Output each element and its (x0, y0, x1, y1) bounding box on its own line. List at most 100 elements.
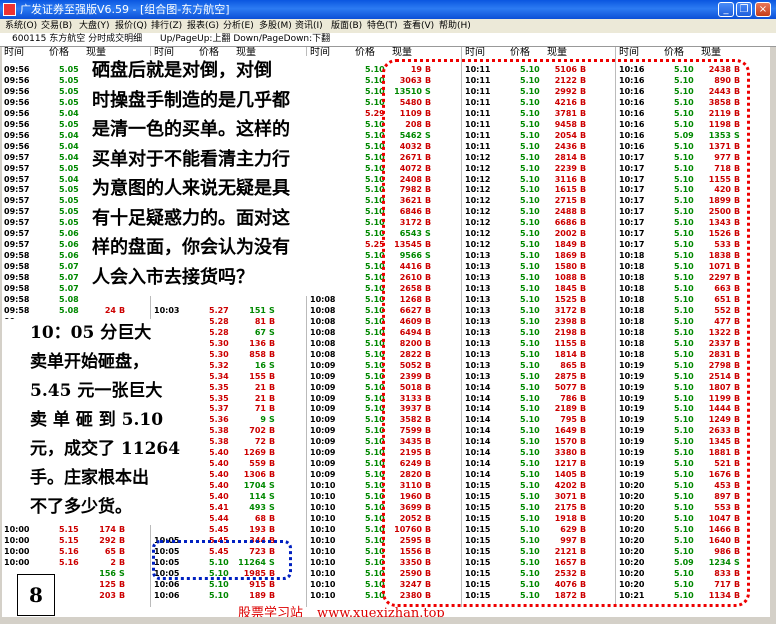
tick-direction: B (119, 546, 126, 556)
tick-time: 10:08 (310, 349, 336, 359)
tick-time: 10:10 (310, 503, 336, 512)
menu-market[interactable]: 大盘(Y) (79, 19, 110, 33)
tick-time: 10:10 (310, 579, 336, 589)
tick-direction: S (119, 568, 125, 578)
tick-direction: S (269, 492, 275, 502)
tick-time: 09:56 (4, 119, 30, 129)
tick-time: 10:00 (4, 535, 30, 545)
menu-feature[interactable]: 特色(T) (367, 19, 398, 33)
tick-volume: 203 (99, 590, 116, 600)
tick-time: 10:09 (310, 426, 336, 436)
menu-multi[interactable]: 多股(M) (259, 19, 292, 33)
tick-direction: B (119, 590, 126, 600)
menu-analysis[interactable]: 分析(E) (223, 19, 254, 33)
page-number: 8 (17, 574, 55, 616)
tick-price: 5.07 (59, 273, 79, 283)
tick-time: 09:57 (4, 152, 30, 162)
tick-volume: 156 (99, 568, 116, 578)
tick-time: 09:56 (4, 65, 30, 74)
tick-price: 5.05 (59, 196, 79, 206)
tick-volume: 72 (254, 437, 266, 447)
highlight-blue-box (152, 540, 292, 580)
tick-direction: B (269, 459, 276, 469)
menu-report[interactable]: 报表(G) (187, 19, 219, 33)
column-header-price: 价格 (664, 47, 684, 58)
tick-volume: 155 (249, 371, 266, 381)
tick-time: 10:09 (310, 415, 336, 425)
annotation-top-line: 为意图的人来说无疑是具 (92, 178, 290, 199)
tick-time: 09:57 (4, 207, 30, 217)
tick-time: 10:10 (310, 557, 336, 567)
tick-price: 5.04 (59, 174, 79, 184)
column-header-volume: 现量 (392, 47, 412, 58)
annotation-left-line: 元，成交了 11264 (30, 439, 181, 459)
tick-time: 10:09 (310, 459, 336, 469)
tick-direction: B (269, 590, 276, 600)
tick-direction: B (119, 579, 126, 589)
tick-price: 5.07 (59, 262, 79, 272)
menu-system[interactable]: 系统(O) (5, 19, 37, 33)
tick-time: 10:00 (4, 546, 30, 556)
tick-time: 09:58 (4, 262, 30, 272)
watermark-url: www.xuexizhan.top (317, 606, 445, 617)
tick-time: 10:09 (310, 393, 336, 403)
tick-direction: S (269, 415, 275, 425)
tick-direction: B (269, 404, 276, 414)
tick-volume: 71 (254, 404, 266, 414)
annotation-left-line: 不了多少货。 (30, 497, 132, 517)
tick-direction: S (269, 503, 275, 512)
annotation-top-line: 硒盘后就是对倒，对倒 (92, 60, 272, 81)
stock-info-bar: 600115 东方航空 分时成交明细 Up/PageUp:上翻 Down/Pag… (0, 33, 776, 47)
tick-price: 5.05 (59, 86, 79, 96)
tick-time: 10:09 (310, 404, 336, 414)
tick-time: 09:57 (4, 163, 30, 173)
tick-volume: 136 (249, 338, 266, 348)
highlight-red-box (382, 59, 750, 607)
minimize-button[interactable]: _ (718, 2, 734, 17)
tick-direction: B (119, 535, 126, 545)
tick-volume: 81 (254, 316, 266, 326)
close-button[interactable]: × (755, 2, 771, 17)
tick-volume: 67 (254, 327, 266, 337)
tick-direction: S (269, 305, 275, 315)
tick-price: 5.05 (59, 75, 79, 85)
menu-news[interactable]: 资讯(I) (295, 19, 323, 33)
tick-volume: 915 (249, 579, 266, 589)
tick-time: 10:10 (310, 568, 336, 578)
tick-price: 5.06 (59, 229, 79, 239)
tick-volume: 2 (110, 557, 116, 567)
annotation-left-line: 卖单开始砸盘， (30, 352, 149, 372)
paging-hint: Up/PageUp:上翻 Down/PageDown:下翻 (160, 34, 331, 44)
column-header-price: 价格 (510, 47, 530, 58)
annotation-left-line: 卖 单 砸 到 5.10 (30, 410, 164, 430)
restore-button[interactable]: ❐ (736, 2, 752, 17)
tick-volume: 702 (249, 426, 266, 436)
tick-time: 10:08 (310, 327, 336, 337)
title-bar: 广发证券至强版V6.59 - [组合图-东方航空] _ ❐ × (0, 0, 776, 19)
menu-quote[interactable]: 报价(Q) (115, 19, 147, 33)
menu-bar: 系统(O) 交易(B) 大盘(Y) 报价(Q) 排行(Z) 报表(G) 分析(E… (0, 19, 776, 33)
annotation-top-line: 是清一色的买单。这样的 (92, 119, 290, 140)
tick-volume: 193 (249, 524, 266, 534)
tick-price: 5.06 (59, 251, 79, 261)
menu-rank[interactable]: 排行(Z) (151, 19, 182, 33)
tick-time: 09:56 (4, 86, 30, 96)
tick-time: 10:10 (310, 524, 336, 534)
tick-time: 09:57 (4, 185, 30, 195)
tick-time: 10:08 (310, 316, 336, 326)
menu-view[interactable]: 查看(V) (403, 19, 434, 33)
tick-price: 5.05 (59, 218, 79, 228)
tick-direction: B (119, 557, 126, 567)
window-title: 广发证券至强版V6.59 - [组合图-东方航空] (20, 3, 230, 16)
tick-volume: 292 (99, 535, 116, 545)
tick-time: 10:09 (310, 470, 336, 480)
menu-layout[interactable]: 版面(B) (331, 19, 362, 33)
menu-help[interactable]: 帮助(H) (439, 19, 471, 33)
menu-trade[interactable]: 交易(B) (41, 19, 72, 33)
tick-volume: 21 (254, 393, 266, 403)
tick-price: 5.07 (59, 284, 79, 293)
tick-time: 10:08 (310, 305, 336, 315)
watermark-text: 股票学习站 (238, 606, 304, 617)
annotation-top: 硒盘后就是对倒，对倒 时操盘手制造的是几乎都 是清一色的买单。这样的 买单对于不… (92, 56, 360, 296)
tick-time: 10:10 (310, 513, 336, 523)
